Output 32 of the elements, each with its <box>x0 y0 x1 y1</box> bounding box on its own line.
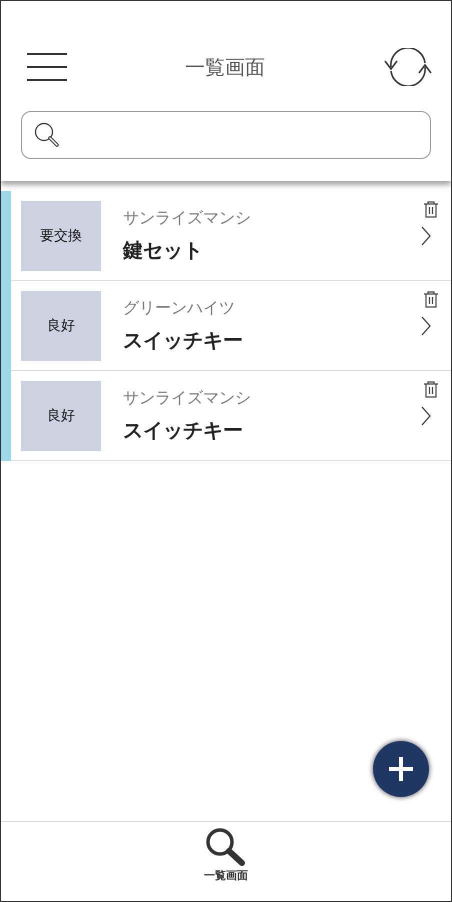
status-thumbnail: 良好 <box>21 290 101 360</box>
item-name: スイッチキー <box>123 326 244 354</box>
status-thumbnail: 良好 <box>21 380 101 450</box>
trash-icon <box>423 201 439 218</box>
search-icon <box>34 122 60 148</box>
refresh-button[interactable] <box>383 48 433 86</box>
refresh-icon <box>383 48 433 86</box>
trash-icon <box>423 291 439 308</box>
list-item[interactable]: 良好 サンライズマンシ スイッチキー <box>11 371 451 461</box>
add-button[interactable] <box>373 741 429 797</box>
delete-button[interactable] <box>423 381 439 398</box>
plus-icon <box>388 756 414 782</box>
list-item[interactable]: 良好 グリーンハイツ スイッチキー <box>11 281 451 371</box>
delete-button[interactable] <box>423 201 439 218</box>
building-name: グリーンハイツ <box>123 298 236 318</box>
chevron-right-icon <box>421 316 431 336</box>
building-name: サンライズマンシ <box>123 208 252 228</box>
status-thumbnail: 要交換 <box>21 200 101 270</box>
list-nav-tab[interactable]: 一覧画面 <box>204 822 248 901</box>
search-icon <box>204 826 248 868</box>
screen-title: 一覧画面 <box>185 54 265 80</box>
chevron-right-icon <box>421 226 431 246</box>
menu-icon <box>27 53 67 81</box>
search-field[interactable] <box>21 111 431 159</box>
building-name: サンライズマンシ <box>123 388 252 408</box>
list-item[interactable]: 要交換 サンライズマンシ 鍵セット <box>11 191 451 281</box>
trash-icon <box>423 381 439 398</box>
delete-button[interactable] <box>423 291 439 308</box>
item-name: 鍵セット <box>123 236 204 264</box>
item-name: スイッチキー <box>123 416 244 444</box>
menu-button[interactable] <box>27 53 67 81</box>
chevron-right-icon <box>421 406 431 426</box>
